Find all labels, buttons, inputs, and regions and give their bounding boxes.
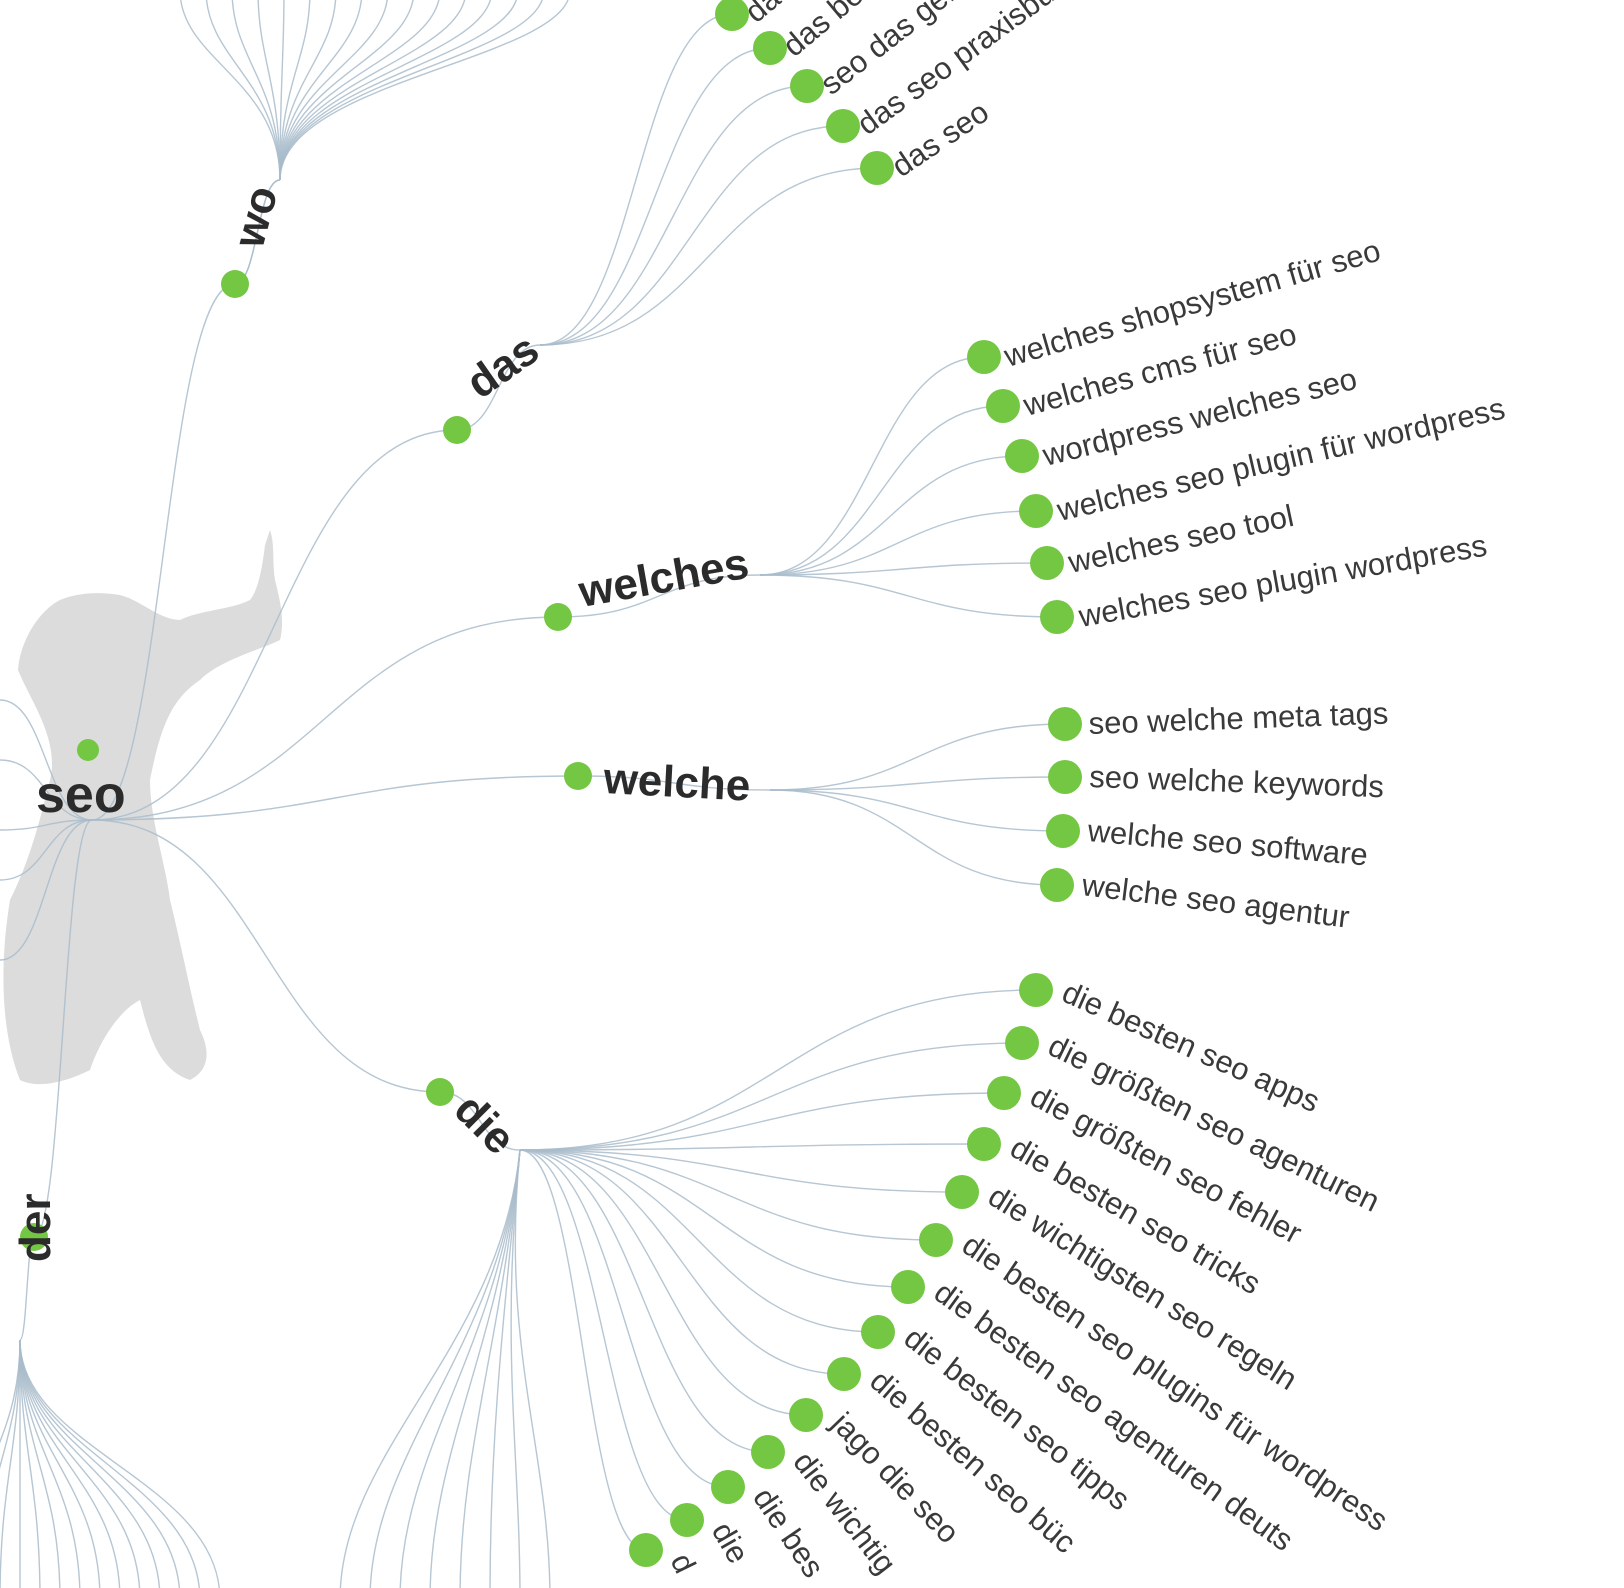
link-der-child [19, 1339, 200, 1588]
link-wo-child [279, 0, 362, 181]
link-die-leaf [519, 1042, 1023, 1151]
link-welches-leaf [759, 574, 1058, 618]
branch-label-das: das [458, 325, 548, 409]
node-die-besten-seo-b-c[interactable] [827, 1357, 861, 1391]
link-die-leaf [519, 1149, 647, 1551]
link-das-leaf [539, 125, 844, 346]
node-welches-seo-tool[interactable] [1030, 546, 1064, 580]
link-das-leaf [539, 85, 808, 346]
node-wo[interactable] [221, 270, 249, 298]
link-wo-child [279, 0, 569, 181]
branch-label-welches: welches [574, 539, 752, 617]
node-welches[interactable] [544, 603, 572, 631]
link-die-leaf [519, 1149, 879, 1333]
node-die-gr-ten-seo-fehler[interactable] [987, 1076, 1021, 1110]
link-der-child [19, 1339, 180, 1588]
link-welche-leaf [769, 723, 1066, 791]
node-die-besten-seo-tricks[interactable] [967, 1127, 1001, 1161]
node-die-besten-seo-plugins-f-r-wordpress[interactable] [919, 1223, 953, 1257]
node-die[interactable] [426, 1078, 454, 1106]
link-der-child [19, 1339, 121, 1588]
node-welche[interactable] [564, 762, 592, 790]
leaf-label: seo welche keywords [1089, 759, 1385, 804]
link-welches-leaf [759, 510, 1037, 576]
keyword-tree: seowodas bedas besseo das geheimdas seo … [0, 0, 1508, 1588]
node-welche-seo-agentur[interactable] [1040, 868, 1074, 902]
branch-label-der: der [11, 1194, 60, 1262]
link-die-offscreen [514, 1149, 551, 1588]
link-die-leaf [519, 1149, 909, 1288]
node-wordpress-welches-seo[interactable] [1005, 439, 1039, 473]
link-das-leaf [539, 47, 771, 346]
node-die-wichtigsten-seo-regeln[interactable] [945, 1175, 979, 1209]
node-seo-welche-keywords[interactable] [1048, 760, 1082, 794]
link-welches-leaf [759, 356, 985, 576]
link-die-leaf [519, 989, 1037, 1151]
leaf-label: d [664, 1548, 703, 1579]
link-wo-child [180, 0, 281, 181]
link-wo-child [279, 0, 518, 181]
link-die-offscreen [369, 1149, 521, 1588]
link-die-leaf [519, 1092, 1005, 1151]
node-welches-cms-f-r-seo[interactable] [986, 389, 1020, 423]
link-die-leaf [519, 1149, 807, 1416]
link-die-offscreen [429, 1149, 521, 1588]
link-die-offscreen [399, 1149, 521, 1588]
link-wo-child [279, 0, 492, 181]
link-das-leaf [539, 167, 878, 346]
link-das-leaf [539, 13, 733, 346]
node-die[interactable] [670, 1503, 704, 1537]
link-wo-child [205, 0, 281, 181]
node-das[interactable] [443, 416, 471, 444]
link-wo-child [279, 0, 543, 181]
link-welche-leaf [769, 789, 1064, 832]
node-welches-shopsystem-f-r-seo[interactable] [967, 340, 1001, 374]
leaf-label: welche seo agentur [1079, 867, 1351, 935]
node-die-wichtig[interactable] [751, 1435, 785, 1469]
labels-layer: seowodas bedas besseo das geheimdas seo … [11, 0, 1508, 1584]
node-welches-seo-plugin-wordpress[interactable] [1040, 600, 1074, 634]
node-welche-seo-software[interactable] [1046, 814, 1080, 848]
node-die-besten-seo-apps[interactable] [1019, 973, 1053, 1007]
node-jago-die-seo[interactable] [789, 1398, 823, 1432]
link-der-child [19, 1339, 220, 1588]
node-seo-welche-meta-tags[interactable] [1048, 707, 1082, 741]
link-wo-child [279, 0, 440, 181]
link-die-leaf [519, 1149, 729, 1488]
node-die-bes[interactable] [711, 1470, 745, 1504]
node-welches-seo-plugin-f-r-wordpress[interactable] [1019, 494, 1053, 528]
node-d[interactable] [629, 1533, 663, 1567]
node-die-gr-ten-seo-agenturen[interactable] [1005, 1026, 1039, 1060]
link-seo-welche [91, 775, 579, 821]
leaf-label: die [705, 1516, 756, 1569]
node-die-besten-seo-agenturen-deuts[interactable] [891, 1270, 925, 1304]
node-seo[interactable] [77, 739, 99, 761]
leaf-label: welche seo software [1085, 813, 1369, 872]
node-die-besten-seo-tipps[interactable] [861, 1315, 895, 1349]
leaf-label: seo welche meta tags [1088, 696, 1389, 741]
link-die-offscreen [339, 1149, 521, 1588]
link-der-child [19, 1339, 161, 1588]
root-label: seo [36, 766, 126, 824]
branch-label-wo: wo [224, 181, 287, 254]
link-welche-leaf [769, 789, 1058, 886]
link-die-leaf [519, 1149, 769, 1453]
branch-label-welche: welche [601, 754, 751, 811]
link-der-child [19, 1339, 141, 1588]
